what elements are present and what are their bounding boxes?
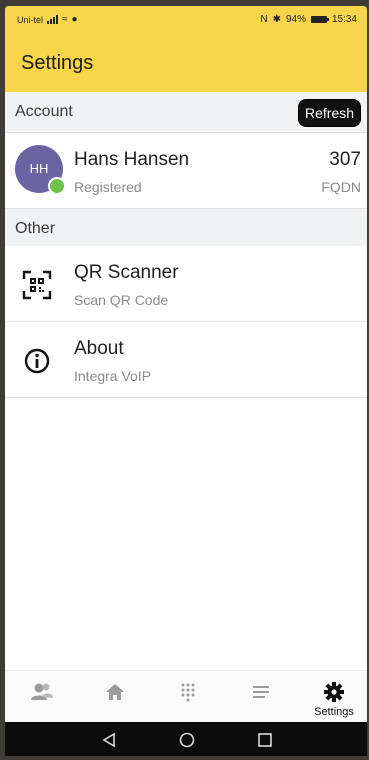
qr-code-icon [22,270,52,300]
section-account-header: Account Refresh [5,92,367,133]
presence-indicator [48,177,66,195]
carrier-label: Uni-tel [17,14,44,25]
nav-settings[interactable]: Settings [309,681,359,718]
account-domain-label: FQDN [321,179,361,195]
nfc-icon: N [260,14,268,25]
battery-icon [310,16,329,23]
section-label: Account [15,103,73,120]
dialpad-icon [181,683,195,702]
nav-label: Settings [314,706,354,718]
system-navigation-bar [5,722,367,756]
gear-icon [324,682,344,702]
nav-dialpad[interactable] [163,681,213,703]
refresh-button[interactable]: Refresh [297,99,361,127]
account-row[interactable]: HH Hans Hansen Registered 307 FQDN [5,133,367,209]
clock: 15:34 [331,14,357,25]
list-item-title: About [74,338,124,359]
battery-percent: 94% [285,14,306,25]
list-item-qr-scanner[interactable]: QR Scanner Scan QR Code [5,246,367,322]
phone-screen: Uni-tel ≈ ● N ✱ 94% 15:34 Settings Accou… [5,6,367,756]
registration-status: Registered [74,179,142,195]
notification-icon: ● [71,14,78,25]
nav-list[interactable] [236,681,286,703]
list-icon [253,686,269,698]
list-item-about[interactable]: About Integra VoIP [5,322,367,398]
page-title: Settings [21,52,94,74]
contacts-icon [31,683,53,700]
account-extension: 307 [329,149,361,170]
device-frame: Uni-tel ≈ ● N ✱ 94% 15:34 Settings Accou… [0,0,369,760]
account-name: Hans Hansen [74,149,190,170]
nav-home[interactable] [90,681,140,703]
back-icon[interactable] [100,731,118,749]
bluetooth-icon: ✱ [272,14,281,25]
signal-icon [47,15,59,24]
section-other-header: Other [5,209,367,250]
section-label: Other [15,220,56,237]
wifi-icon: ≈ [62,14,68,25]
status-bar: Uni-tel ≈ ● N ✱ 94% 15:34 [5,6,367,32]
home-circle-icon[interactable] [178,731,196,749]
info-icon [24,348,50,374]
list-item-subtitle: Scan QR Code [74,292,169,308]
list-item-subtitle: Integra VoIP [74,368,152,384]
list-item-title: QR Scanner [74,262,179,283]
home-icon [106,684,124,700]
recents-icon[interactable] [256,731,274,749]
nav-contacts[interactable] [17,681,67,703]
bottom-navigation: Settings [5,670,367,723]
app-bar: Uni-tel ≈ ● N ✱ 94% 15:34 Settings [5,6,367,92]
